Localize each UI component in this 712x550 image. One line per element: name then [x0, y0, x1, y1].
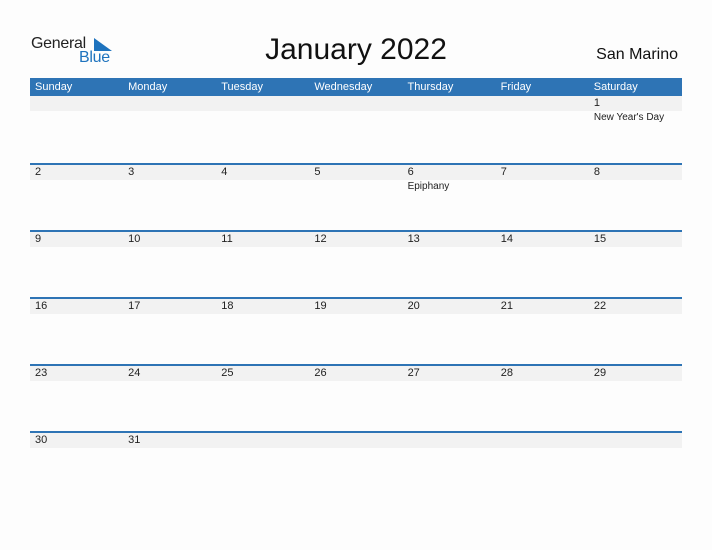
- day-cell: [589, 433, 682, 498]
- day-number: 30: [35, 434, 48, 446]
- day-cell: [30, 96, 123, 163]
- day-cell: 13: [403, 232, 496, 297]
- day-number: 4: [221, 166, 228, 178]
- day-number: 12: [314, 233, 327, 245]
- day-cell: 19: [309, 299, 402, 364]
- day-cell: 14: [496, 232, 589, 297]
- day-cell: [309, 433, 402, 498]
- day-cell: 12: [309, 232, 402, 297]
- day-number: 19: [314, 300, 327, 312]
- day-cell: 31: [123, 433, 216, 498]
- day-cell: 2: [30, 165, 123, 230]
- day-number: 27: [407, 367, 420, 379]
- weekday-thursday: Thursday: [407, 81, 454, 93]
- week-row: 30 31: [30, 431, 682, 498]
- day-cell: 15: [589, 232, 682, 297]
- day-number: 15: [593, 233, 607, 245]
- day-cell: 17: [123, 299, 216, 364]
- day-cell: [216, 96, 309, 163]
- day-cell: 4: [216, 165, 309, 230]
- weekday-friday: Friday: [500, 81, 532, 93]
- day-cell: 26: [309, 366, 402, 431]
- day-number: 24: [128, 367, 141, 379]
- day-cell: 22: [589, 299, 682, 364]
- day-number: 14: [500, 233, 513, 245]
- day-cell: 29: [589, 366, 682, 431]
- day-cell: 23: [30, 366, 123, 431]
- day-number: 29: [593, 367, 607, 379]
- day-number: 31: [128, 434, 141, 446]
- day-number: 21: [500, 300, 513, 312]
- day-cell: 25: [216, 366, 309, 431]
- day-number: 2: [35, 166, 42, 178]
- holiday-label: New Year's Day: [593, 112, 665, 123]
- day-cell: 27: [403, 366, 496, 431]
- weekday-monday: Monday: [128, 81, 168, 93]
- day-number: 16: [35, 300, 48, 312]
- weekday-header: Sunday Monday Tuesday Wednesday Thursday Frid…: [30, 78, 682, 96]
- day-cell: [496, 96, 589, 163]
- calendar-grid: Sunday Monday Tuesday Wednesday Thursday Frid…: [30, 78, 682, 498]
- week-row: 23 24 25 26 27 28 29: [30, 364, 682, 431]
- day-number: 1: [593, 97, 600, 109]
- holiday-label: Epiphany: [407, 181, 450, 192]
- day-cell: [496, 433, 589, 498]
- country-label: San Marino: [596, 46, 678, 63]
- day-cell: [403, 96, 496, 163]
- day-number: 8: [593, 166, 600, 178]
- day-cell: [403, 433, 496, 498]
- weekday-tuesday: Tuesday: [221, 81, 264, 93]
- day-number: 7: [500, 166, 507, 178]
- day-number: 28: [500, 367, 513, 379]
- weekday-sunday: Sunday: [35, 81, 73, 93]
- day-cell: 8: [589, 165, 682, 230]
- day-cell: [123, 96, 216, 163]
- day-number: 9: [35, 233, 42, 245]
- day-cell: 5: [309, 165, 402, 230]
- day-cell: 10: [123, 232, 216, 297]
- day-number: 23: [35, 367, 48, 379]
- day-number: 11: [221, 233, 233, 245]
- week-row: 2 3 4 5 6 Epiphany 7 8: [30, 163, 682, 230]
- weekday-saturday: Saturday: [593, 81, 638, 93]
- day-cell: 9: [30, 232, 123, 297]
- day-cell: 20: [403, 299, 496, 364]
- week-row: 1 New Year's Day: [30, 96, 682, 163]
- weekday-wednesday: Wednesday: [314, 81, 373, 93]
- day-number: 6: [407, 166, 414, 178]
- day-cell: 16: [30, 299, 123, 364]
- day-number: 17: [128, 300, 141, 312]
- day-number: 18: [221, 300, 234, 312]
- day-cell: 6 Epiphany: [403, 165, 496, 230]
- day-cell: 30: [30, 433, 123, 498]
- day-number: 5: [314, 166, 321, 178]
- day-cell: 18: [216, 299, 309, 364]
- week-row: 16 17 18 19 20 21 22: [30, 297, 682, 364]
- day-number: 3: [128, 166, 135, 178]
- day-number: 22: [593, 300, 607, 312]
- day-cell: 7: [496, 165, 589, 230]
- day-number: 20: [407, 300, 420, 312]
- day-number: 10: [128, 233, 141, 245]
- day-cell: 28: [496, 366, 589, 431]
- day-cell: 11: [216, 232, 309, 297]
- week-row: 9 10 11 12 13 14 15: [30, 230, 682, 297]
- day-cell: [309, 96, 402, 163]
- day-cell: [216, 433, 309, 498]
- day-cell: 3: [123, 165, 216, 230]
- day-number: 13: [407, 233, 420, 245]
- day-number: 25: [221, 367, 234, 379]
- day-number: 26: [314, 367, 327, 379]
- day-cell: 24: [123, 366, 216, 431]
- day-cell: 21: [496, 299, 589, 364]
- day-cell: 1 New Year's Day: [589, 96, 682, 163]
